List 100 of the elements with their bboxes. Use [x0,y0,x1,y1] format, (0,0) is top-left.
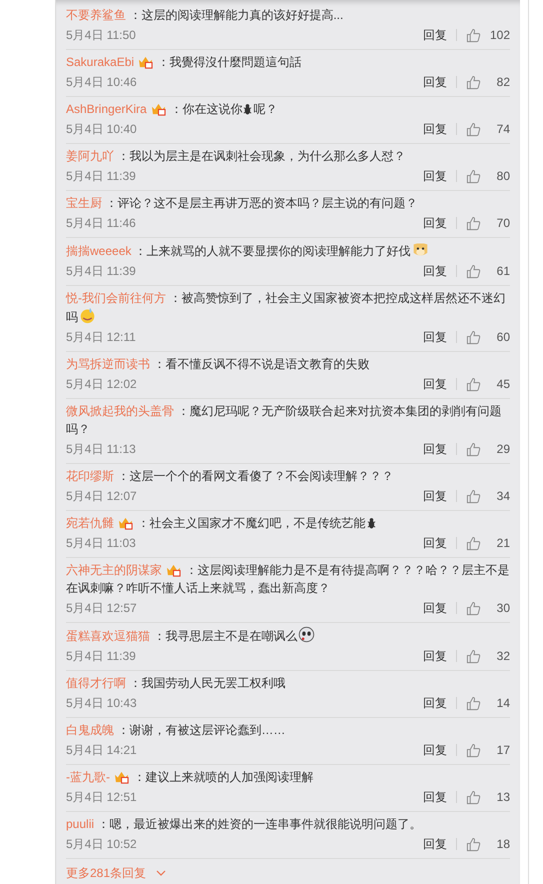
reply-link[interactable]: 回复 [423,440,447,458]
thumbs-up-icon[interactable] [466,216,481,230]
like-count: 74 [496,122,510,136]
like-count: 29 [496,442,510,456]
reply-link[interactable]: 回复 [423,328,447,346]
comment-text: 不要养鲨鱼 ：这层的阅读理解能力真的该好好提高... [66,7,344,24]
username-link[interactable]: AshBringerKira [66,102,147,116]
comment-text: 姜阿九吖 ：我以为层主是在讽刺社会现象，为什么那么多人怼？ [66,148,406,165]
username-link[interactable]: 六神无主的阴谋家 [66,563,162,577]
reply-link[interactable]: 回复 [423,534,447,552]
username-link[interactable]: puulii [66,817,94,831]
username-link[interactable]: 花印缪斯 [66,469,114,483]
comment-time: 5月4日 11:39 [66,168,136,184]
username-link[interactable]: 姜阿九吖 [66,149,114,163]
comment-time: 5月4日 12:07 [66,488,137,504]
dog-emoji-icon [412,241,429,258]
comment-text: 为骂拆逆而读书 ：看不懂反讽不得不说是语文教育的失败 [66,356,370,373]
username-link[interactable]: 不要养鲨鱼 [66,8,126,22]
reply-link[interactable]: 回复 [423,262,447,280]
reply-link[interactable]: 回复 [423,600,447,616]
comment-time: 5月4日 12:11 [66,328,136,346]
username-link[interactable]: SakurakaEbi [66,55,134,69]
thumbs-up-icon[interactable] [466,122,481,136]
reply-link[interactable]: 回复 [423,836,447,852]
like-count: 70 [496,216,510,230]
thumbs-up-icon[interactable] [466,376,481,392]
comment-time: 5月4日 11:46 [66,214,136,232]
reply-link[interactable]: 回复 [423,488,447,504]
username-link[interactable]: 蛋糕喜欢逗猫猫 [66,629,150,643]
like-count: 80 [496,169,510,183]
thumbs-up-icon[interactable] [466,648,481,664]
thumbs-up-icon[interactable] [466,696,481,710]
bug-emoji-icon [366,517,376,530]
comment-time: 5月4日 11:13 [66,440,136,458]
like-count: 14 [496,696,510,710]
comment-text: 花印缪斯 ：这层一个个的看网文看傻了？不会阅读理解？？？ [66,468,394,485]
username-link[interactable]: 值得才行啊 [66,676,126,690]
reply-link[interactable]: 回复 [423,694,447,712]
comment-time: 5月4日 10:40 [66,120,137,138]
comment-text: 微风掀起我的头盖骨 ：魔幻尼玛呢？无产阶级联合起来对抗资本集团的剥削有问题吗？ [66,403,502,438]
comment-text: SakurakaEbi ：我覺得沒什麼問題這句話 [66,54,303,71]
comment-time: 5月4日 11:39 [66,262,136,280]
reply-link[interactable]: 回复 [423,214,447,232]
comment-text: 悦-我们会前往何方 ：被高赞惊到了，社会主义国家被资本把控成这样居然还不迷幻吗 [66,290,506,326]
thumbs-up-icon[interactable] [466,168,481,184]
comment-time: 5月4日 11:50 [66,26,136,44]
thumbs-up-icon[interactable] [466,600,481,616]
reply-link[interactable]: 回复 [423,742,447,758]
username-link[interactable]: 揣揣weeeek [66,244,132,258]
username-link[interactable]: 白鬼成魄 [66,723,114,737]
thumbs-up-icon[interactable] [466,264,481,278]
comment-text: puulii ：嗯，最近被爆出来的姓资的一连串事件就很能说明问题了。 [66,816,422,833]
comment-text: 六神无主的阴谋家 ：这层阅读理解能力是不是有待提高啊？？？哈？？层主不是在讽刺嘛？咋听不懂人话上来就骂，蠢出新高度？ [66,562,510,597]
username-link[interactable]: 为骂拆逆而读书 [66,357,150,371]
thumbs-up-icon[interactable] [466,790,481,804]
reply-link[interactable]: 回复 [423,376,447,392]
comment-time: 5月4日 10:43 [66,694,137,712]
comment-time: 5月4日 10:52 [66,836,137,852]
comment-text: 值得才行啊 ：我国劳动人民无罢工权利哦 [66,675,286,692]
like-count: 82 [496,75,510,89]
comment-time: 5月4日 12:02 [66,376,137,392]
like-count: 60 [496,330,510,344]
like-count: 32 [496,649,510,663]
comment-text: AshBringerKira ：你在这说你 呢？ [66,101,278,118]
reply-link[interactable]: 回复 [423,788,447,806]
like-count: 34 [496,489,510,503]
like-count: 102 [490,28,510,42]
bug-emoji-icon [243,103,252,116]
reply-link[interactable]: 回复 [423,120,447,138]
thumbs-up-icon[interactable] [466,330,481,344]
thumbs-up-icon[interactable] [466,74,481,90]
thumbs-up-icon[interactable] [466,442,481,456]
comment-text: 白鬼成魄 ：谢谢，有被这层评论蠢到…… [66,722,286,739]
like-count: 13 [496,790,510,804]
thumbs-up-icon[interactable] [466,488,481,504]
comment-text: 揣揣weeeek ：上来就骂的人就不要显摆你的阅读理解能力了好伐 [66,241,510,260]
reply-link[interactable]: 回复 [422,26,447,44]
username-link[interactable]: 宛若仇雠 [66,516,114,530]
thumbs-up-icon[interactable] [466,536,481,550]
chevron-down-icon[interactable] [156,870,166,876]
panda-emoji-icon [298,626,316,643]
username-link[interactable]: 宝生厨 [66,196,102,210]
comment-text: 蛋糕喜欢逗猫猫 ：我寻思层主不是在嘲讽么 [66,626,510,645]
like-count: 18 [496,837,510,851]
comment-time: 5月4日 12:51 [66,788,137,806]
sweat-smile-emoji-icon [79,307,96,324]
comment-text: 宝生厨 ：评论？这不是层主再讲万恶的资本吗？层主说的有问题？ [66,195,418,212]
reply-link[interactable]: 回复 [423,168,447,184]
comment-time: 5月4日 10:46 [66,74,137,90]
username-link[interactable]: -蓝九歌- [66,770,110,784]
more-replies-link[interactable]: 更多281条回复 [66,864,146,882]
thumbs-up-icon[interactable] [466,742,481,758]
comment-time: 5月4日 11:03 [66,534,136,552]
username-link[interactable]: 悦-我们会前往何方 [66,291,166,305]
reply-link[interactable]: 回复 [423,74,447,90]
username-link[interactable]: 微风掀起我的头盖骨 [66,404,174,418]
thumbs-up-icon[interactable] [466,28,481,42]
reply-link[interactable]: 回复 [423,648,447,664]
comment-time: 5月4日 11:39 [66,648,136,664]
thumbs-up-icon[interactable] [466,836,481,852]
